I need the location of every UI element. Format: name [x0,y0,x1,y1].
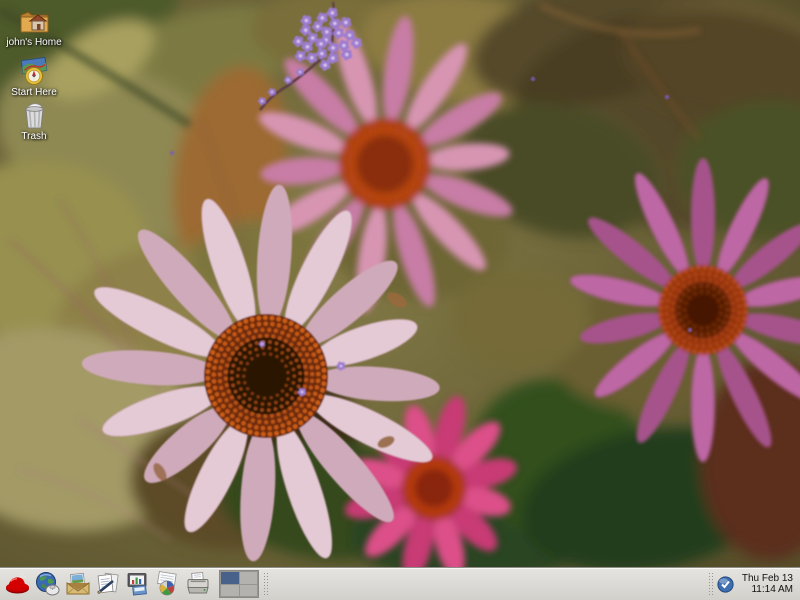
workspace-switcher[interactable] [219,570,259,598]
workspace-4[interactable] [240,585,258,597]
trash-icon [17,100,51,130]
desktop-icon-label: john's Home [6,37,61,48]
launcher-email[interactable] [63,569,92,599]
printer-icon [184,571,212,597]
word-processor-icon [94,571,122,597]
update-notification[interactable] [717,575,735,593]
wallpaper-coneflowers-photo [0,0,800,567]
notification-area-handle[interactable] [707,571,714,597]
taskbar-panel: Thu Feb 13 11:14 AM [0,567,800,600]
desktop-icon-label: Start Here [11,87,57,98]
workspace-3[interactable] [221,585,239,597]
home-folder-icon [17,4,51,36]
clock[interactable]: Thu Feb 13 11:14 AM [742,573,797,595]
update-check-icon [717,576,734,593]
wallpaper-scene [0,0,800,567]
desktop-icon-trash[interactable]: Trash [2,100,66,142]
presentation-icon [124,571,152,597]
start-here-icon [17,56,51,86]
main-menu-button[interactable] [3,569,32,599]
launcher-web-browser[interactable] [33,569,62,599]
workspace-1[interactable] [221,572,239,584]
spreadsheet-icon [154,571,182,597]
launcher-word-processor[interactable] [93,569,122,599]
desktop-icon-label: Trash [21,131,46,142]
launcher-spreadsheet[interactable] [153,569,182,599]
web-browser-icon [34,571,61,597]
desktop-icon-home[interactable]: john's Home [2,4,66,48]
desktop-icon-start-here[interactable]: Start Here [2,56,66,98]
red-hat-icon [4,571,32,597]
workspace-2[interactable] [240,572,258,584]
desktop-screen: john's Home Start Here [0,0,800,600]
launcher-printer[interactable] [183,569,212,599]
clock-time: 11:14 AM [742,584,793,595]
launcher-presentation[interactable] [123,569,152,599]
email-icon [64,571,92,597]
panel-drag-handle[interactable] [262,571,269,597]
clock-date: Thu Feb 13 [742,573,793,584]
